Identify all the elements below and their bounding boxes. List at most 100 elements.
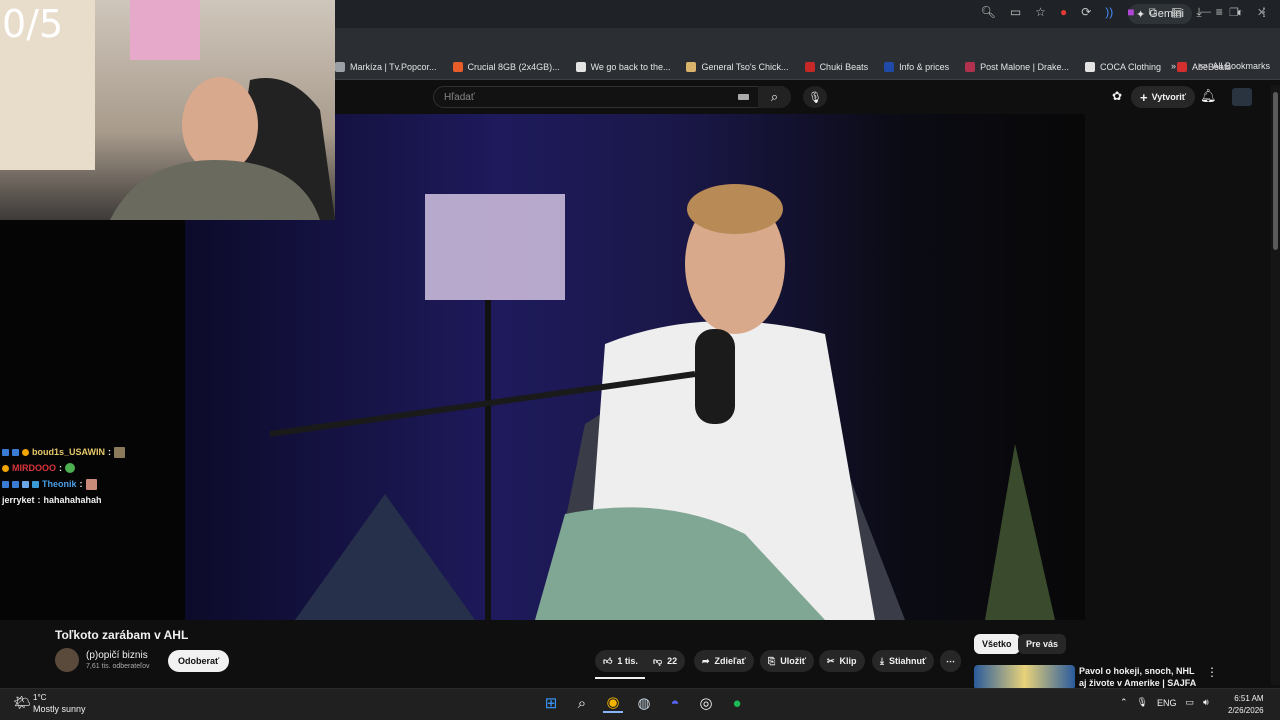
bookmark-star-icon[interactable]: ☆ xyxy=(1035,5,1046,20)
cast-icon[interactable]: ▭ xyxy=(1010,5,1021,20)
bookmark-favicon xyxy=(1085,61,1095,72)
share-label: Zdieľať xyxy=(714,656,746,666)
discord-icon[interactable]: ◓ xyxy=(665,693,685,713)
download-icon[interactable]: ⤓ xyxy=(1196,5,1201,20)
system-tray: ⌃ 🎙︎ ENG ▭ 🔊︎ xyxy=(1120,697,1209,708)
microphone-tray-icon[interactable]: 🎙︎ xyxy=(1137,697,1148,708)
emote-icon xyxy=(85,478,97,490)
voice-search-button[interactable]: 🎙︎ xyxy=(803,86,827,108)
chat-badge-icon xyxy=(2,448,9,456)
bookmark-icon: ⎘ xyxy=(768,655,776,666)
channel-avatar[interactable] xyxy=(55,648,79,672)
bookmark-item[interactable]: Chuki Beats xyxy=(804,61,869,72)
settings-gear-icon[interactable]: ✿ xyxy=(1112,89,1122,103)
more-horizontal-icon: ⋯ xyxy=(946,655,955,666)
folder-icon: ▭ xyxy=(1198,60,1208,70)
recommendation-thumbnail[interactable] xyxy=(974,665,1075,690)
chat-badge-icon xyxy=(2,480,9,488)
zoom-icon[interactable]: 🔍︎ xyxy=(981,5,996,20)
search-button[interactable]: ⌕ xyxy=(758,86,791,108)
streamer-face xyxy=(182,77,258,173)
profile-avatar-icon[interactable]: ◐ xyxy=(1237,5,1244,20)
bookmark-label: Chuki Beats xyxy=(819,61,869,72)
account-avatar[interactable] xyxy=(1232,88,1252,106)
extension-purple-icon[interactable]: ■ xyxy=(1127,5,1134,20)
clock-time: 6:51 AM xyxy=(1234,694,1264,703)
chevron-right-double-icon[interactable]: » xyxy=(1171,61,1176,71)
plush-toy xyxy=(130,0,200,60)
save-button[interactable]: ⎘ Uložiť xyxy=(760,650,815,672)
chat-message: boud1s_USAWIN: xyxy=(2,444,126,460)
bookmark-item[interactable]: General Tso's Chick... xyxy=(686,61,789,72)
network-icon[interactable]: ▭ xyxy=(1186,697,1195,708)
chat-message: Theonik: xyxy=(2,476,125,492)
chat-username: boud1s_USAWIN xyxy=(32,447,106,457)
media-control-icon[interactable]: ≡ xyxy=(1216,5,1223,20)
bookmark-item[interactable]: Info & prices xyxy=(884,61,950,72)
thumbs-down-icon: 👎︎ xyxy=(653,655,663,666)
weather-condition[interactable]: Mostly sunny xyxy=(33,704,86,714)
chip-all[interactable]: Všetko xyxy=(974,634,1020,654)
bookmark-label: General Tso's Chick... xyxy=(701,61,789,72)
windows-start-icon[interactable]: ⊞ xyxy=(541,693,561,713)
video-title: Toľkoto zarábam v AHL xyxy=(55,628,189,642)
clock-date: 2/26/2026 xyxy=(1228,706,1264,715)
download-label: Stiahnuť xyxy=(888,656,927,666)
chat-colon: : xyxy=(79,479,83,489)
search-icon[interactable]: ⌕ xyxy=(572,693,592,713)
download-button[interactable]: ⤓ Stiahnuť xyxy=(872,650,935,672)
chip-for-you[interactable]: Pre vás xyxy=(1018,634,1067,654)
more-actions-button[interactable]: ⋯ xyxy=(940,650,961,672)
language-indicator[interactable]: ENG xyxy=(1157,698,1177,708)
dislike-button[interactable]: 👎︎ 22 xyxy=(645,650,686,672)
chat-colon: : xyxy=(37,495,41,505)
bookmark-favicon xyxy=(804,61,815,72)
emote-icon xyxy=(114,446,126,458)
steam-icon[interactable]: ◍ xyxy=(634,693,654,713)
weather-temperature[interactable]: 1°C xyxy=(33,693,46,702)
obs-icon[interactable]: ◎ xyxy=(696,693,716,713)
chrome-icon[interactable]: ◉ xyxy=(603,693,623,713)
extension-audio-icon[interactable]: )) xyxy=(1105,5,1113,20)
chat-message: jerryket: hahahahahah xyxy=(2,492,125,508)
bookmark-label: Info & prices xyxy=(899,61,950,72)
bookmark-favicon xyxy=(965,61,976,72)
plant-left xyxy=(295,494,475,620)
bookmark-item[interactable]: COCA Clothing xyxy=(1085,61,1161,72)
scrollbar-thumb[interactable] xyxy=(1273,92,1278,250)
chat-colon: : xyxy=(108,447,112,457)
system-clock[interactable]: 6:51 AM 2/26/2026 xyxy=(1228,693,1264,717)
clip-button[interactable]: ✂ Klip xyxy=(819,650,865,672)
channel-name[interactable]: (p)opičí biznis xyxy=(86,650,148,661)
keyboard-icon[interactable] xyxy=(738,94,749,100)
bookmark-item[interactable]: We go back to the... xyxy=(575,61,670,72)
dislike-count: 22 xyxy=(667,656,678,666)
weather-sun-icon[interactable]: 🌤︎ xyxy=(13,694,31,711)
subscribe-button[interactable]: Odoberať xyxy=(168,650,230,672)
chat-badge-icon xyxy=(2,464,9,472)
bookmark-item[interactable]: Markíza | Tv.Popcor... xyxy=(335,61,437,72)
like-underline xyxy=(595,677,645,679)
share-button[interactable]: ➦ Zdieľať xyxy=(694,650,754,672)
extension-red-icon[interactable]: ● xyxy=(1060,5,1067,20)
chevron-up-icon[interactable]: ⌃ xyxy=(1120,697,1128,708)
scissors-icon: ✂ xyxy=(827,655,835,666)
like-button[interactable]: 👍︎ 1 tis. xyxy=(595,650,646,672)
create-button[interactable]: + Vytvoriť xyxy=(1131,86,1196,108)
extension-icon[interactable]: ⟳ xyxy=(1081,5,1091,20)
browser-menu-icon[interactable]: ⋮ xyxy=(1258,5,1270,20)
download-arrow-icon: ⤓ xyxy=(880,655,884,666)
notifications-bell-icon[interactable]: 🔔︎ xyxy=(1200,88,1217,104)
spotify-icon[interactable]: ● xyxy=(727,693,747,713)
sidepanel-icon[interactable]: ▤ xyxy=(1171,5,1182,20)
bookmark-item[interactable]: Crucial 8GB (2x4GB)... xyxy=(452,61,560,72)
extensions-puzzle-icon[interactable]: ⧉ xyxy=(1149,5,1158,20)
volume-icon[interactable]: 🔊︎ xyxy=(1203,697,1209,708)
chat-badge-icon xyxy=(22,480,29,488)
save-label: Uložiť xyxy=(780,656,807,666)
bookmark-favicon xyxy=(452,61,463,72)
browser-toolbar xyxy=(335,28,1280,54)
bookmark-item[interactable]: Post Malone | Drake... xyxy=(965,61,1069,72)
all-bookmarks-button[interactable]: » ▭ All Bookmarks xyxy=(1171,60,1270,71)
more-vertical-icon[interactable]: ⋮ xyxy=(1206,665,1218,679)
